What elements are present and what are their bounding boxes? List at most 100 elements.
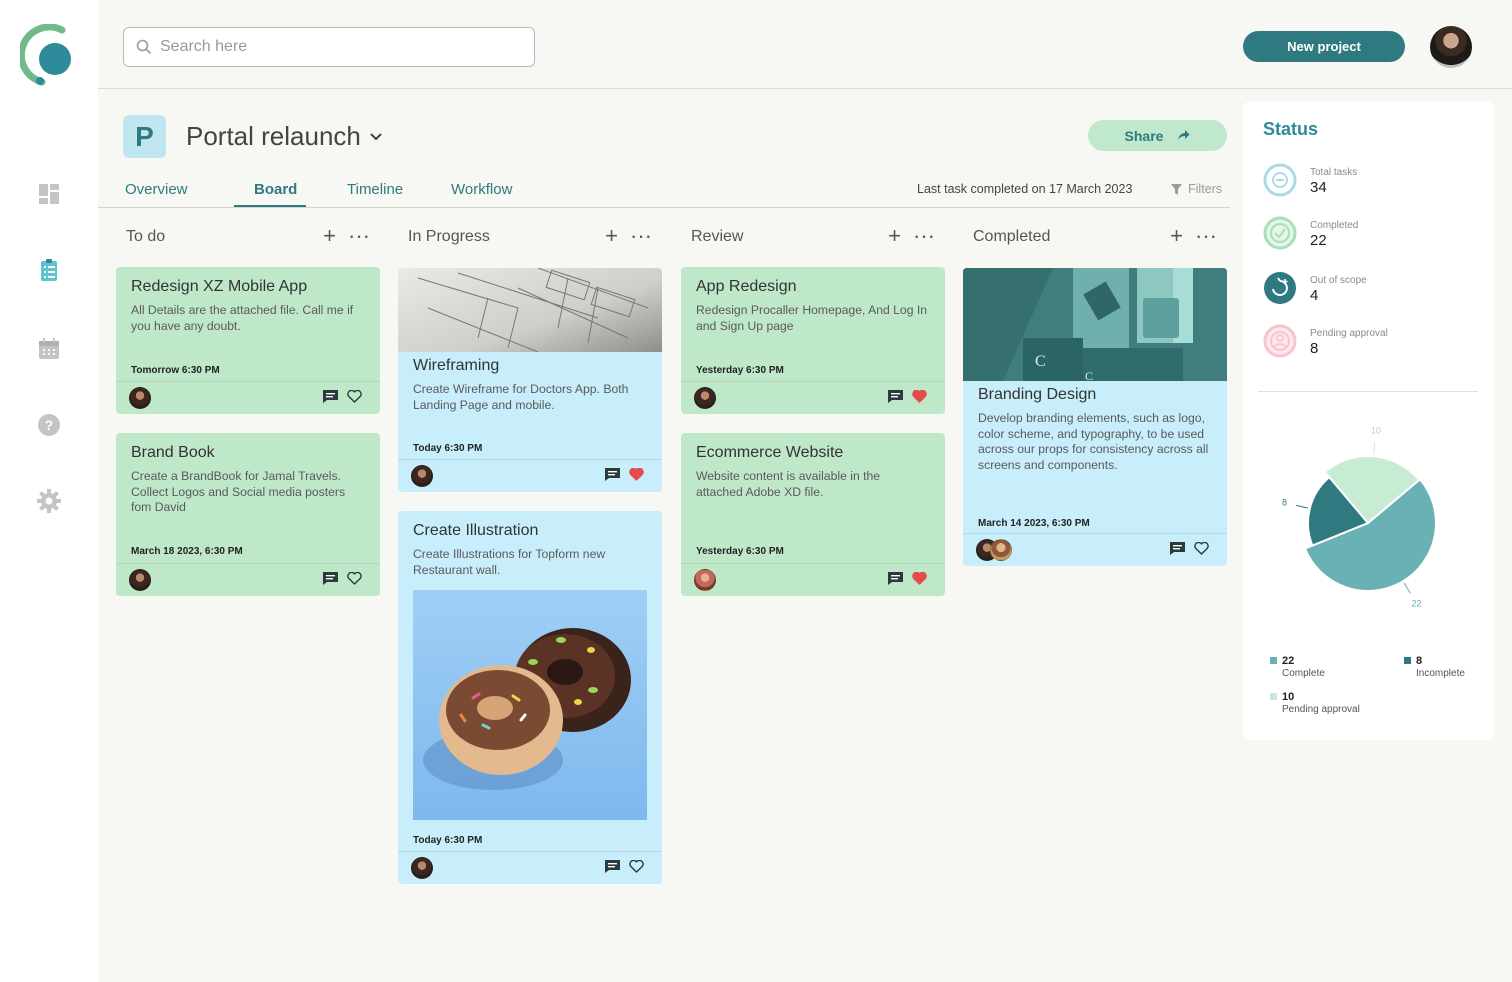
- donut-illustration-image: [413, 590, 647, 820]
- stat-pending-approval: Pending approval 8: [1263, 324, 1473, 364]
- column-header-review: Review + ···: [681, 225, 945, 250]
- comment-icon[interactable]: [323, 572, 338, 585]
- comment-icon[interactable]: [605, 860, 620, 873]
- dashboard-icon[interactable]: [37, 182, 61, 206]
- tasks-clipboard-icon[interactable]: [37, 258, 61, 282]
- divider: [1258, 391, 1478, 392]
- new-project-button[interactable]: New project: [1243, 31, 1405, 62]
- search-input[interactable]: [160, 38, 500, 56]
- card-footer: [116, 381, 380, 414]
- tab-workflow[interactable]: Workflow: [451, 181, 512, 198]
- check-circle-icon: [1263, 216, 1297, 250]
- assignee-avatar[interactable]: [411, 465, 433, 487]
- calendar-icon[interactable]: [37, 337, 61, 361]
- heart-filled-icon[interactable]: [912, 390, 927, 403]
- card-due-date: Yesterday 6:30 PM: [696, 546, 784, 557]
- card-description: Create Illustrations for Topform new Res…: [413, 547, 606, 577]
- task-card[interactable]: C C Branding Design Develop branding ele…: [963, 268, 1227, 566]
- status-title: Status: [1263, 119, 1319, 139]
- card-footer: [398, 851, 662, 884]
- tab-board[interactable]: Board: [254, 181, 297, 198]
- search-icon: [136, 39, 152, 55]
- assignee-avatar[interactable]: [694, 387, 716, 409]
- search-box[interactable]: [123, 27, 535, 67]
- stat-label: Pending approval: [1310, 328, 1388, 339]
- task-card[interactable]: App Redesign Redesign Procaller Homepage…: [681, 267, 945, 414]
- add-task-icon[interactable]: +: [1170, 225, 1183, 247]
- chevron-down-icon[interactable]: [369, 132, 383, 142]
- task-card[interactable]: Ecommerce Website Website content is ava…: [681, 433, 945, 596]
- pie-leader-line: [1296, 504, 1308, 509]
- legend-swatch: [1270, 657, 1277, 664]
- more-options-icon[interactable]: ···: [1195, 225, 1217, 247]
- card-title: Wireframing: [413, 357, 500, 374]
- task-card[interactable]: Redesign XZ Mobile App All Details are t…: [116, 267, 380, 414]
- legend-incomplete: 8 Incomplete: [1404, 655, 1465, 679]
- card-description: Create Wireframe for Doctors App. Both L…: [413, 382, 629, 412]
- project-title[interactable]: Portal relaunch: [186, 121, 383, 152]
- card-footer: [963, 533, 1227, 566]
- card-description: All Details are the attached file. Call …: [131, 303, 354, 333]
- card-title: Redesign XZ Mobile App: [131, 278, 308, 295]
- last-task-completed: Last task completed on 17 March 2023: [917, 182, 1133, 196]
- stat-value: 34: [1310, 179, 1327, 196]
- stat-label: Total tasks: [1310, 167, 1358, 178]
- svg-text:?: ?: [45, 417, 54, 433]
- pie-leader-line: [1403, 582, 1411, 594]
- card-title: App Redesign: [696, 278, 797, 295]
- assignee-avatar[interactable]: [129, 569, 151, 591]
- heart-icon[interactable]: [347, 390, 362, 403]
- minus-circle-icon: [1263, 163, 1297, 197]
- project-title-text: Portal relaunch: [186, 121, 361, 151]
- task-card[interactable]: Brand Book Create a BrandBook for Jamal …: [116, 433, 380, 596]
- task-card[interactable]: Create Illustration Create Illustrations…: [398, 511, 662, 884]
- assignee-avatar[interactable]: [694, 569, 716, 591]
- legend-value: 10: [1282, 691, 1295, 703]
- stat-completed: Completed 22: [1263, 216, 1473, 256]
- card-title: Brand Book: [131, 444, 215, 461]
- tab-timeline[interactable]: Timeline: [347, 181, 403, 198]
- comment-icon[interactable]: [605, 468, 620, 481]
- add-task-icon[interactable]: +: [888, 225, 901, 247]
- stat-label: Out of scope: [1310, 275, 1367, 286]
- legend-label: Pending approval: [1282, 704, 1360, 715]
- legend-label: Complete: [1282, 668, 1325, 679]
- share-arrow-icon: [1178, 130, 1190, 140]
- comment-icon[interactable]: [888, 572, 903, 585]
- svg-text:C: C: [1035, 353, 1046, 370]
- filters-button[interactable]: Filters: [1171, 182, 1222, 196]
- heart-filled-icon[interactable]: [629, 468, 644, 481]
- tab-overview[interactable]: Overview: [125, 181, 188, 198]
- add-task-icon[interactable]: +: [323, 225, 336, 247]
- filters-label: Filters: [1188, 182, 1223, 196]
- stat-value: 4: [1310, 287, 1319, 304]
- comment-icon[interactable]: [1170, 542, 1185, 555]
- card-due-date: Yesterday 6:30 PM: [696, 365, 784, 376]
- assignee-avatar[interactable]: [129, 387, 151, 409]
- help-icon[interactable]: ?: [37, 413, 61, 437]
- column-title: To do: [126, 228, 166, 245]
- add-task-icon[interactable]: +: [605, 225, 618, 247]
- heart-icon[interactable]: [347, 572, 362, 585]
- user-avatar[interactable]: [1430, 26, 1472, 68]
- refresh-circle-icon: [1264, 272, 1296, 304]
- more-options-icon[interactable]: ···: [630, 225, 652, 247]
- stat-value: 8: [1310, 340, 1319, 357]
- comment-icon[interactable]: [888, 390, 903, 403]
- filter-icon: [1171, 183, 1182, 195]
- more-options-icon[interactable]: ···: [913, 225, 935, 247]
- comment-icon[interactable]: [323, 390, 338, 403]
- share-button[interactable]: Share: [1088, 120, 1227, 151]
- assignee-avatar[interactable]: [411, 857, 433, 879]
- more-options-icon[interactable]: ···: [348, 225, 370, 247]
- assignee-avatar[interactable]: [990, 539, 1012, 561]
- task-card[interactable]: Wireframing Create Wireframe for Doctors…: [398, 268, 662, 492]
- legend-value: 22: [1282, 655, 1295, 667]
- status-pie-chart: 22 8 10: [1282, 425, 1437, 608]
- heart-icon[interactable]: [1194, 542, 1209, 555]
- settings-gear-icon[interactable]: [37, 489, 61, 513]
- stat-label: Completed: [1310, 220, 1359, 231]
- heart-icon[interactable]: [629, 860, 644, 873]
- branding-mockup-image: C C: [963, 268, 1227, 381]
- heart-filled-icon[interactable]: [912, 572, 927, 585]
